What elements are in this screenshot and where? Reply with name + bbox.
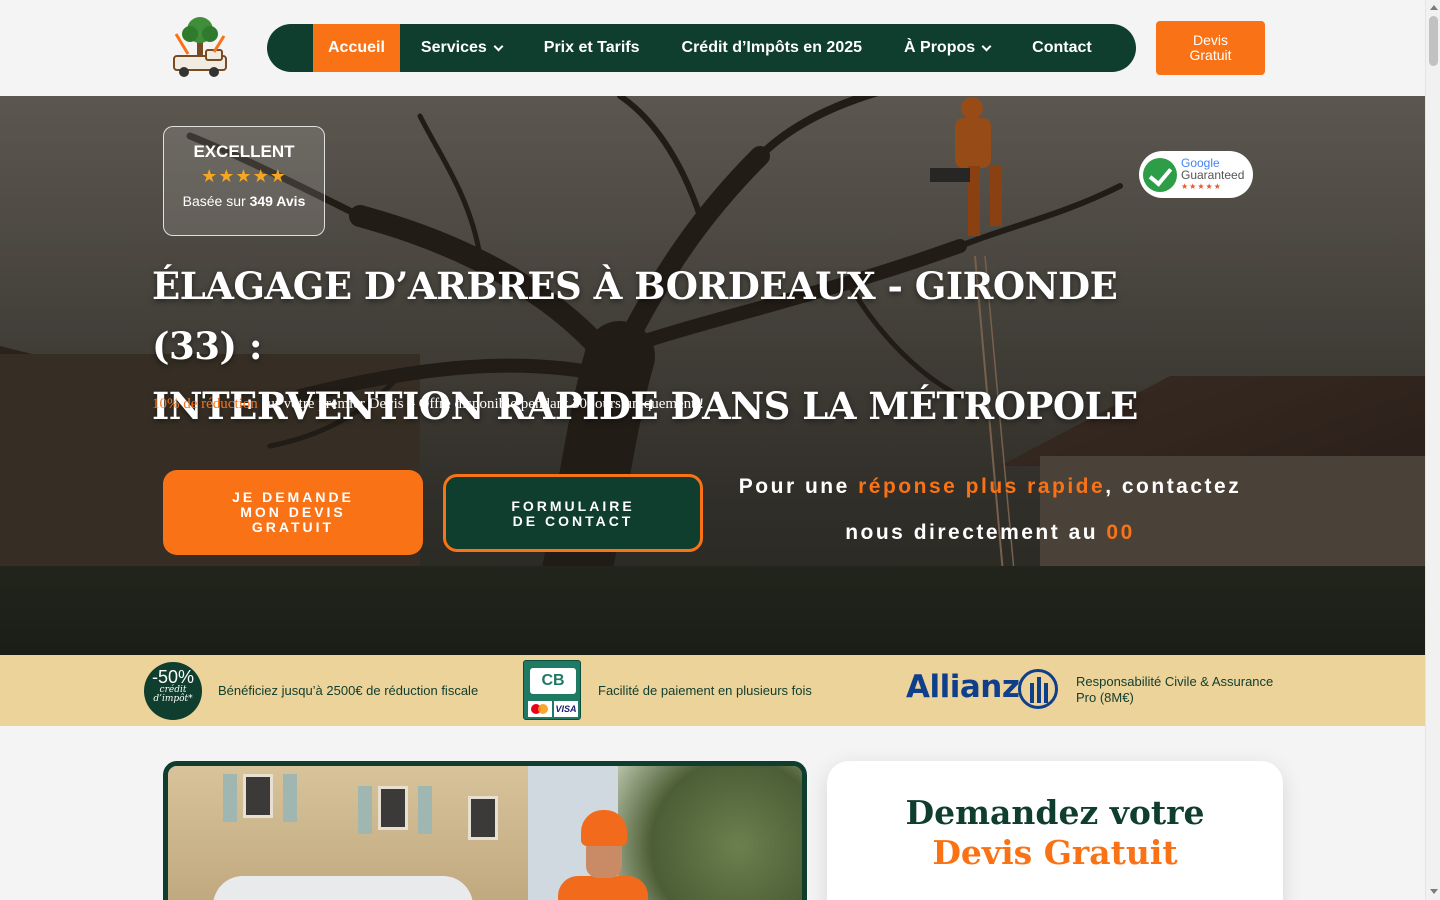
page: Accueil Services Prix et Tarifs Crédit d… (0, 0, 1425, 900)
nav-label: Prix et Tarifs (543, 39, 640, 56)
button-line: MON DEVIS (240, 504, 346, 520)
hero-section: EXCELLENT ★★★★★ Basée sur 349 Avis Googl… (0, 96, 1425, 655)
payment-text: Facilité de paiement en plusieurs fois (598, 683, 812, 698)
photo-trees (618, 766, 802, 900)
photo-window (243, 774, 273, 818)
photo-window (468, 796, 498, 840)
tax-credit-label: d’impôt* (153, 694, 193, 704)
google-guaranteed-badge: Google Guaranteed ★★★★★ (1139, 151, 1253, 198)
arborist-photo (163, 761, 807, 900)
button-line: Devis (1192, 32, 1228, 48)
callout-text: , contactez (1105, 475, 1242, 498)
photo-shutter (418, 786, 432, 834)
google-guaranteed-text: Google Guaranteed ★★★★★ (1181, 157, 1244, 193)
payment-cards-icon: CB VISA (523, 660, 581, 720)
photo-worker-helmet (581, 810, 627, 846)
scroll-down-arrow-icon[interactable] (1430, 889, 1438, 894)
insurance-line: Pro (8M€) (1076, 690, 1134, 705)
photo-shutter (358, 786, 372, 834)
tax-credit-percent: -50% (151, 667, 195, 687)
nav-label: Services (420, 39, 487, 56)
nav-label: Contact (1032, 39, 1092, 56)
nav-item-accueil[interactable]: Accueil (313, 24, 400, 72)
hero-title-line: ÉLAGAGE D’ARBRES À BORDEAUX - GIRONDE (3… (152, 264, 1118, 368)
tree-truck-logo-icon[interactable] (168, 14, 232, 78)
mastercard-icon (528, 701, 552, 717)
callout-highlight: réponse plus rapide (858, 475, 1106, 498)
nav-label: Crédit d’Impôts en 2025 (681, 39, 863, 56)
review-rating-box[interactable]: EXCELLENT ★★★★★ Basée sur 349 Avis (163, 126, 325, 236)
form-title-highlight: Devis Gratuit (932, 833, 1178, 872)
site-header: Accueil Services Prix et Tarifs Crédit d… (0, 0, 1425, 96)
button-line: GRATUIT (251, 519, 335, 535)
promo-text: 10% de réduction sur votre premier Devis… (152, 396, 704, 413)
nav-item-contact[interactable]: Contact (1011, 24, 1113, 72)
star-rating-icon: ★★★★★ (201, 166, 287, 186)
chevron-down-icon (493, 41, 504, 51)
tax-credit-text: Bénéficiez jusqu’à 2500€ de réduction fi… (218, 683, 479, 698)
photo-window (378, 786, 408, 830)
nav-item-credit-impots[interactable]: Crédit d’Impôts en 2025 (661, 24, 884, 72)
cb-logo: CB (530, 668, 576, 694)
promo-rest: sur votre premier Devis – Offre disponib… (257, 396, 705, 412)
scrollbar-thumb[interactable] (1429, 16, 1438, 66)
review-based-on: Basée sur (182, 193, 246, 209)
phone-callout: Pour une réponse plus rapide, contactez … (730, 464, 1250, 556)
guaranteed-label: Guaranteed (1181, 167, 1245, 182)
trust-band: -50% crédit d’impôt* Bénéficiez jusqu’à … (0, 655, 1425, 726)
button-line: DE CONTACT (512, 513, 634, 529)
callout-text: Pour une (738, 475, 859, 498)
allianz-mark-icon (1018, 669, 1058, 709)
nav-item-services[interactable]: Services (400, 24, 523, 72)
review-count: Basée sur 349 Avis (164, 193, 324, 209)
google-label: Google (1181, 155, 1220, 170)
tax-credit-badge: -50% crédit d’impôt* (144, 662, 202, 720)
page-scrollbar[interactable] (1425, 0, 1440, 900)
callout-text: nous directement au (845, 521, 1107, 544)
main-nav: Accueil Services Prix et Tarifs Crédit d… (267, 24, 1136, 72)
photo-worker-body (558, 876, 648, 900)
visa-logo: VISA (554, 701, 578, 717)
header-devis-button[interactable]: Devis Gratuit (1156, 21, 1265, 75)
nav-item-prix-tarifs[interactable]: Prix et Tarifs (523, 24, 661, 72)
nav-item-a-propos[interactable]: À Propos (883, 24, 1011, 72)
button-line: JE DEMANDE (232, 489, 354, 505)
chevron-down-icon (981, 41, 992, 51)
request-quote-button[interactable]: JE DEMANDE MON DEVIS GRATUIT (163, 470, 423, 555)
photo-shutter (223, 774, 237, 822)
insurance-text: Responsabilité Civile & Assurance Pro (8… (1076, 674, 1273, 706)
nav-label: Accueil (328, 39, 385, 56)
star-rating-icon: ★★★★★ (1181, 181, 1222, 191)
checkmark-icon (1143, 157, 1177, 192)
review-count-value: 349 Avis (249, 193, 306, 209)
contact-form-button[interactable]: FORMULAIRE DE CONTACT (443, 474, 703, 552)
button-line: FORMULAIRE (511, 498, 635, 514)
quote-form-card: Demandez votre Devis Gratuit (827, 761, 1283, 900)
photo-shutter (283, 774, 297, 822)
form-title: Demandez votre (905, 793, 1205, 832)
nav-label: À Propos (904, 39, 976, 56)
allianz-logo: Allianz (906, 669, 1020, 705)
photo-van (213, 876, 473, 900)
button-line: Gratuit (1189, 47, 1232, 63)
scroll-up-arrow-icon[interactable] (1430, 5, 1438, 10)
promo-highlight: 10% de réduction (152, 396, 258, 412)
phone-link[interactable]: 00 (1106, 521, 1134, 544)
insurance-line: Responsabilité Civile & Assurance (1076, 674, 1274, 689)
review-title: EXCELLENT (193, 142, 295, 161)
